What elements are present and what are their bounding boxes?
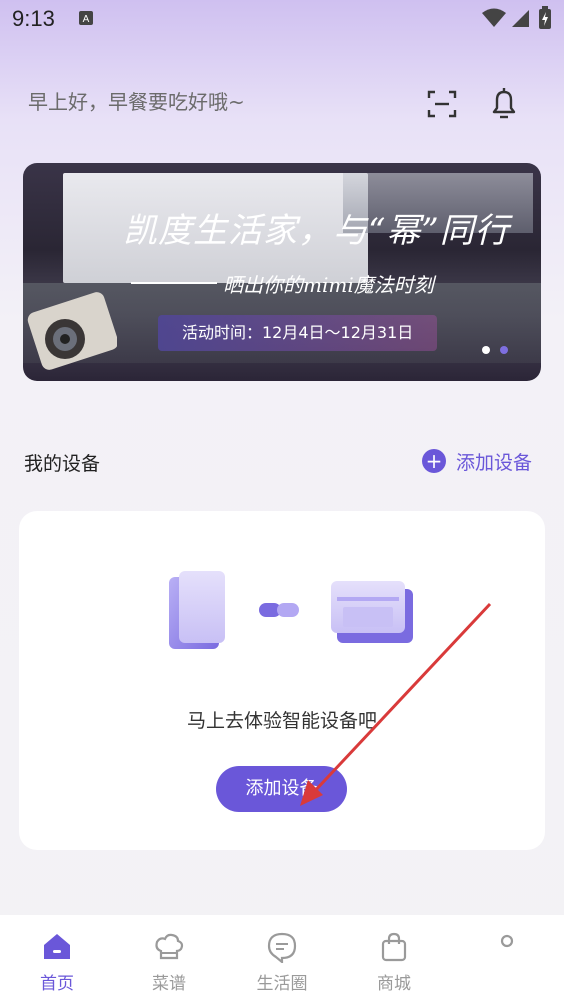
greeting-text: 早上好，早餐要吃好哦~ [28,90,245,114]
add-device-link[interactable]: + 添加设备 [422,447,532,475]
empty-devices-prompt: 马上去体验智能设备吧 [186,710,377,732]
banner-indicator-dot [482,346,490,354]
plus-icon: + [422,449,446,473]
add-device-button[interactable]: 添加设备 [216,766,347,812]
notification-bell-icon[interactable] [488,86,520,120]
tab-label: 首页 [40,974,74,994]
add-device-link-label: 添加设备 [456,451,533,474]
banner-activity-time: 活动时间：12月4日～12月31日 [158,315,438,351]
chef-hat-icon [155,933,184,960]
tab-life-circle[interactable]: 生活圈 [237,915,327,1004]
camera-icon [27,292,117,370]
section-title-my-devices: 我的设备 [24,453,101,475]
svg-text:A: A [83,14,90,25]
tab-home[interactable]: 首页 [12,915,102,1004]
banner-divider [131,282,217,284]
tab-label: 商城 [377,974,411,994]
battery-icon [539,6,551,29]
signal-icon [512,10,529,27]
status-bar: 9:13 A [0,0,564,40]
scan-icon[interactable] [426,88,458,120]
keyboard-indicator-icon: A [79,11,93,25]
banner-title: 凯度生活家，与“幂”同行 [123,211,510,251]
status-time: 9:13 [12,6,55,31]
promo-banner[interactable]: 凯度生活家，与“幂”同行 晒出你的mimi魔法时刻 活动时间：12月4日～12月… [23,163,541,381]
tab-label: 生活圈 [256,974,308,994]
bottom-tab-bar: 首页 菜谱 生活圈 商城 [0,915,564,1004]
banner-subtitle: 晒出你的mimi魔法时刻 [223,273,434,297]
tab-label: 菜谱 [152,974,186,994]
tab-mall[interactable]: 商城 [349,915,439,1004]
banner-indicator-dot-active [500,346,508,354]
tab-profile[interactable] [462,915,552,1004]
tab-recipes[interactable]: 菜谱 [124,915,214,1004]
device-connection-illustration [169,571,413,649]
empty-devices-card: 马上去体验智能设备吧 添加设备 [19,511,545,850]
wifi-icon [482,8,506,27]
chat-bubble-icon [267,932,297,963]
home-icon [44,934,70,959]
profile-icon [500,934,514,948]
annotation-arrow [300,602,492,806]
shopping-bag-icon [381,932,407,962]
